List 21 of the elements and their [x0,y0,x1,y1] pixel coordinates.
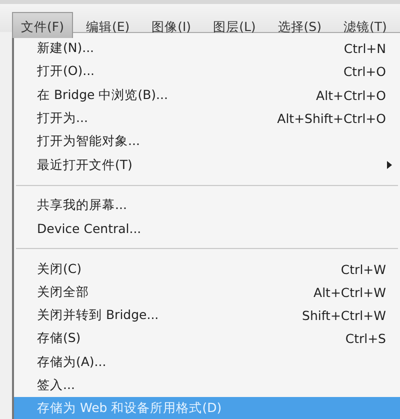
menu-item[interactable]: Device Central... [14,217,400,240]
menu-item[interactable]: 存储为(A)... [14,350,400,374]
menu-bar-item[interactable]: 编辑(E) [76,12,139,38]
menu-bar-item[interactable]: 图层(L) [204,12,265,38]
menu-item[interactable]: 关闭全部 Alt+Ctrl+W [14,280,400,304]
menu-item[interactable]: 最近打开文件(T) [14,153,400,177]
menu-item[interactable]: 新建(N)... Ctrl+N [14,37,400,60]
menu-bar-item[interactable]: 图像(I) [142,12,200,38]
menu-item[interactable]: 存储(S) Ctrl+S [14,327,400,351]
submenu-arrow-icon [387,161,392,170]
menu-item[interactable]: 在 Bridge 中浏览(B)... Alt+Ctrl+O [14,84,400,107]
menu-bar-item[interactable]: 选择(S) [268,12,330,38]
menu-bar-item[interactable]: 文件(F) [12,12,73,38]
menu-item[interactable]: 签入... [14,374,400,398]
menu-bar-item[interactable]: 滤镜(T) [334,12,396,38]
menu-item[interactable]: 关闭(C) Ctrl+W [14,257,400,281]
menu-item[interactable]: 共享我的屏幕... [14,194,400,218]
menu-item[interactable]: 打开(O)... Ctrl+O [14,60,400,84]
menu-item[interactable]: 打开为... Alt+Shift+Ctrl+O [14,106,400,130]
menu-item[interactable]: 打开为智能对象... [14,130,400,154]
menu-item[interactable]: 关闭并转到 Bridge... Shift+Ctrl+W [14,304,400,328]
